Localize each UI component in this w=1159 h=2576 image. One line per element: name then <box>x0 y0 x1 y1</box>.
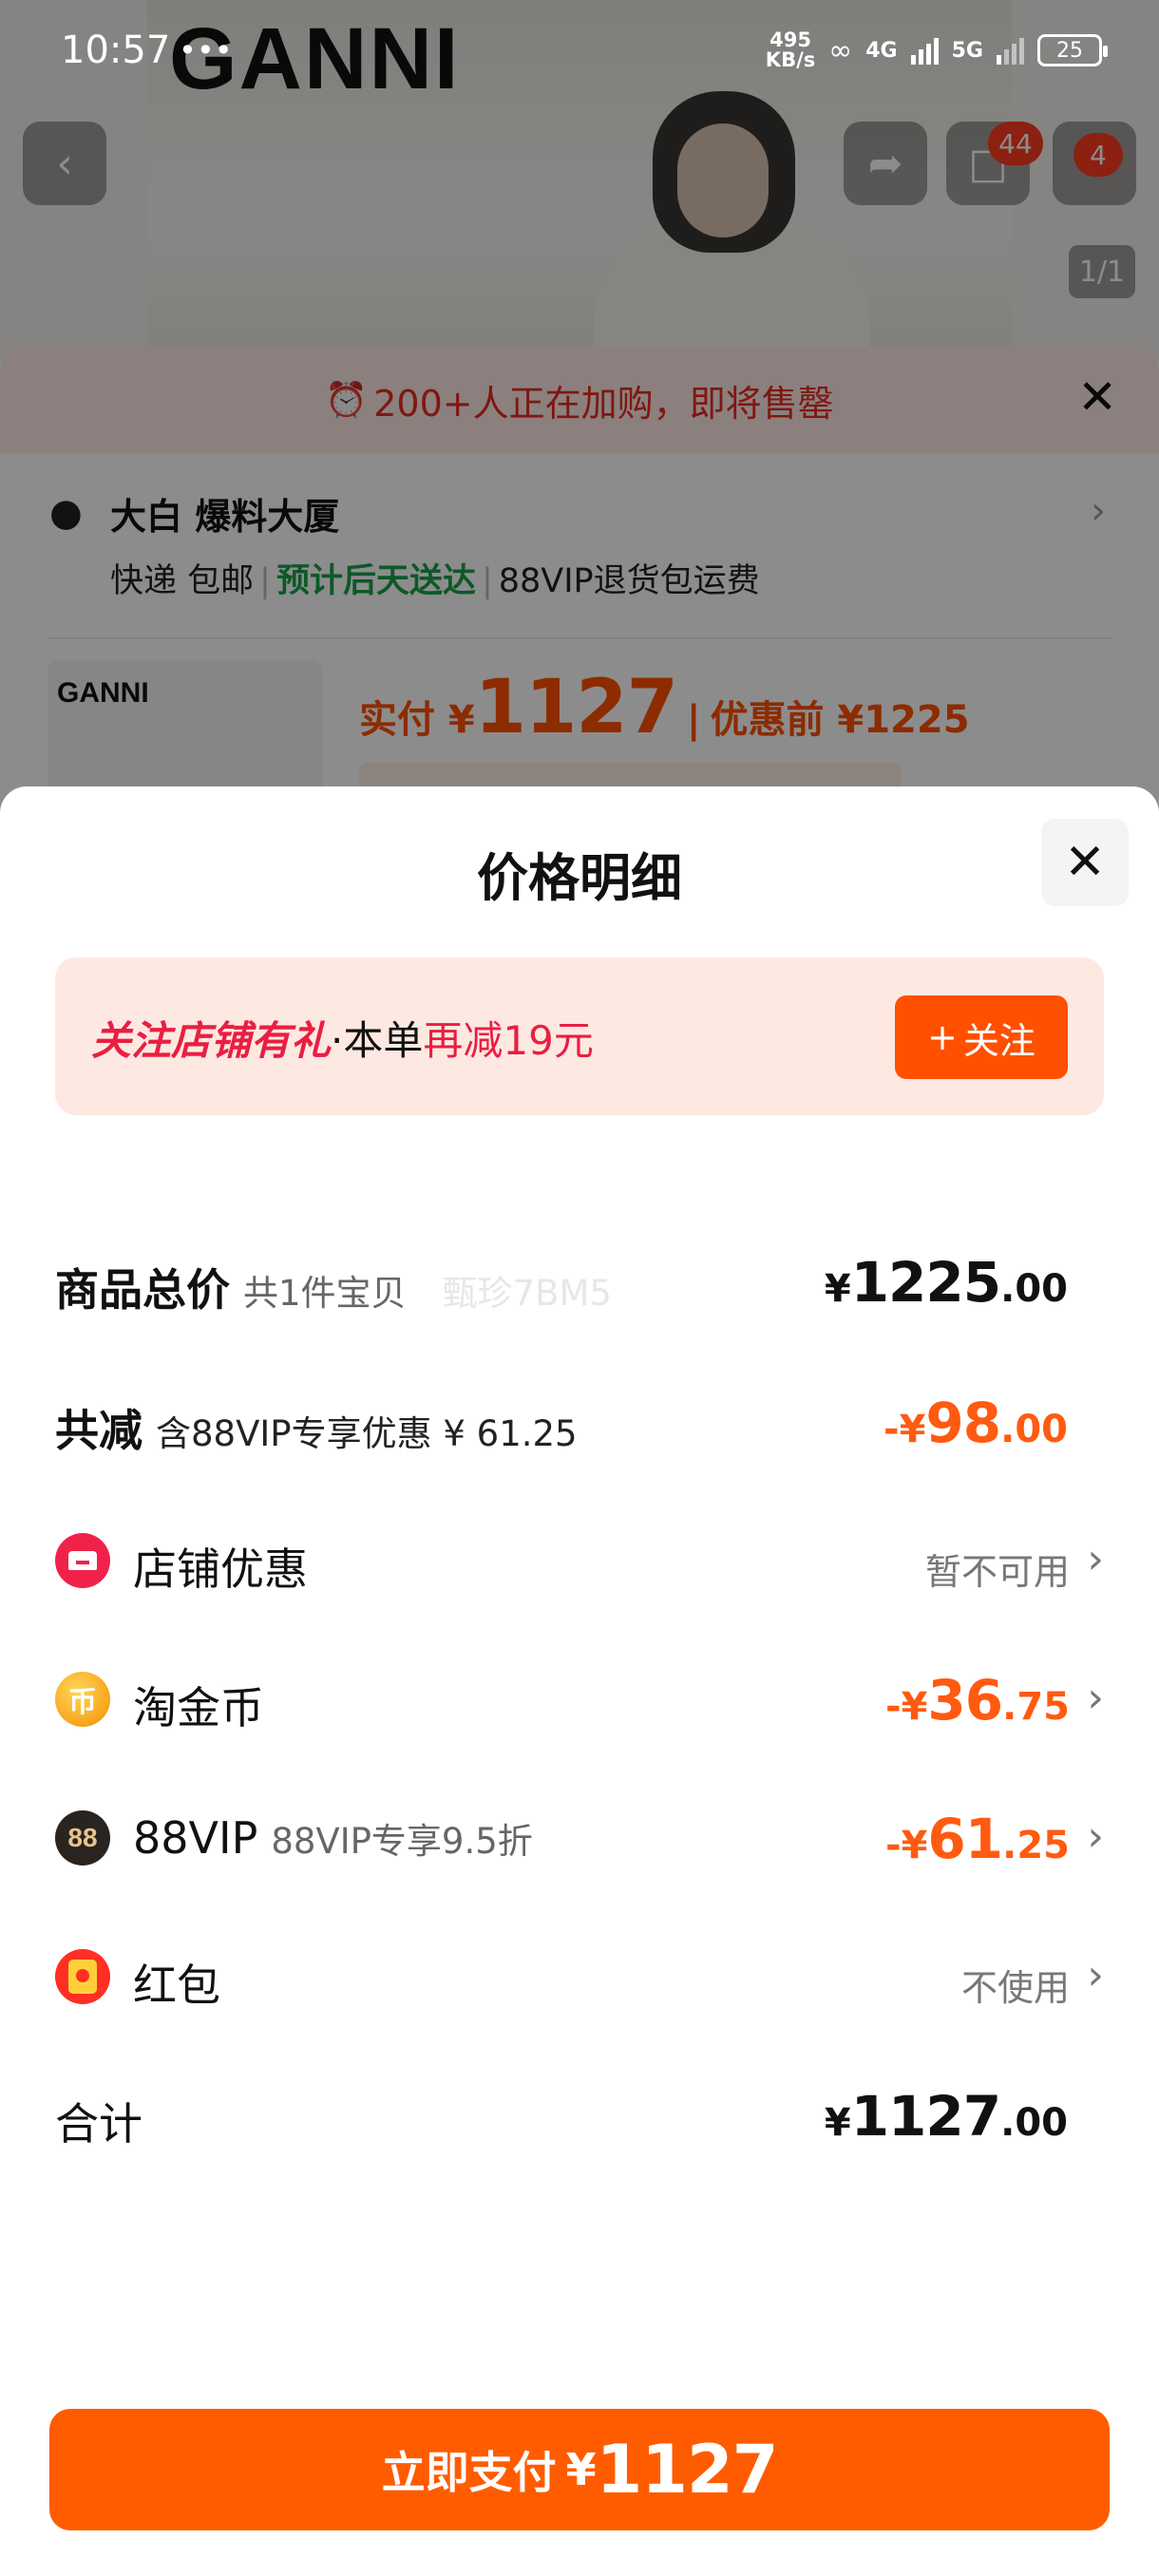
reduction-label-text: 共减 <box>55 1405 142 1456</box>
reduction-detail: 含88VIP专享优惠 ¥ 61.25 <box>156 1413 578 1454</box>
close-button[interactable]: ✕ <box>1041 819 1129 906</box>
status-right-cluster: 495 KB/s ∞ 4G 5G 25 <box>766 30 1108 70</box>
pay-now-amount: 1127 <box>596 2431 779 2509</box>
battery-level: 25 <box>1056 38 1083 63</box>
follow-button[interactable]: + 关注 <box>895 995 1068 1079</box>
amount-dec: .00 <box>1000 2101 1068 2145</box>
status-time: 10:57 <box>61 28 171 72</box>
amount-int: 98 <box>925 1391 1001 1455</box>
amount-int: 1127 <box>850 2084 1001 2149</box>
red-packet-value: 不使用 <box>960 1967 1070 2009</box>
network-speed: 495 KB/s <box>766 30 815 70</box>
row-store-discount[interactable]: 店铺优惠 暂不可用 › <box>55 1514 1104 1609</box>
total-price-amount: ¥1225.00 <box>825 1250 1068 1315</box>
currency: -¥ <box>884 1685 928 1729</box>
follow-banner-text: 关注店铺有礼·本单再减19元 <box>91 1009 594 1067</box>
total-price-label: 商品总价 共1件宝贝 甄珍7BM5 <box>55 1256 612 1318</box>
pay-now-currency: ¥ <box>565 2444 597 2495</box>
network-type-1: 4G <box>865 38 898 63</box>
vip-label-text: 88VIP <box>133 1812 258 1864</box>
chevron-right-icon: › <box>1087 1812 1104 1861</box>
gold-coin-icon: 币 <box>55 1672 110 1727</box>
sheet-title: 价格明细 <box>477 848 682 908</box>
follow-discount: 再减19元 <box>423 1017 594 1064</box>
sum-label: 合计 <box>55 2098 142 2150</box>
plus-icon: + <box>927 1016 958 1058</box>
store-discount-value: 暂不可用 <box>924 1551 1070 1593</box>
total-price-label-text: 商品总价 <box>55 1264 230 1316</box>
currency: ¥ <box>824 2101 851 2145</box>
network-speed-unit: KB/s <box>765 48 816 71</box>
pay-now-label: 立即支付 <box>381 2447 557 2498</box>
amount-int: 1225 <box>850 1250 1001 1315</box>
amount-int: 61 <box>927 1807 1003 1871</box>
amount-int: 36 <box>927 1668 1003 1733</box>
taojinbi-label: 淘金币 <box>133 1682 264 1733</box>
chevron-right-icon: › <box>1087 1674 1104 1722</box>
currency: -¥ <box>884 1824 928 1867</box>
network-speed-value: 495 <box>770 28 811 51</box>
amount-dec: .00 <box>1000 1267 1068 1311</box>
vip-88-icon: 88 <box>55 1810 110 1866</box>
currency: ¥ <box>824 1267 851 1311</box>
red-packet-icon <box>55 1949 110 2004</box>
reduction-label: 共减 含88VIP专享优惠 ¥ 61.25 <box>55 1396 578 1459</box>
pay-now-button[interactable]: 立即支付 ¥ 1127 <box>49 2409 1110 2530</box>
follow-store-banner: 关注店铺有礼·本单再减19元 + 关注 <box>55 957 1104 1115</box>
item-count: 共1件宝贝 <box>243 1273 407 1314</box>
price-detail-sheet: 价格明细 ✕ 关注店铺有礼·本单再减19元 + 关注 商品总价 共1件宝贝 甄珍7B… <box>0 786 1159 2576</box>
follow-middle: ·本单 <box>331 1017 424 1064</box>
follow-highlight: 关注店铺有礼 <box>91 1017 332 1064</box>
sum-amount: ¥1127.00 <box>825 2084 1068 2149</box>
amount-dec: .25 <box>1002 1824 1070 1867</box>
network-type-2: 5G <box>951 38 983 63</box>
store-discount-label: 店铺优惠 <box>133 1544 308 1595</box>
store-icon <box>55 1533 110 1588</box>
close-icon: ✕ <box>1064 834 1106 891</box>
status-bar: 10:57 ••• 495 KB/s ∞ 4G 5G 25 <box>0 0 1159 104</box>
taojinbi-amount: -¥36.75 <box>885 1668 1070 1733</box>
amount-dec: .75 <box>1002 1685 1070 1729</box>
watermark-text: 甄珍7BM5 <box>442 1273 612 1314</box>
signal-icon <box>997 36 1024 65</box>
row-88vip[interactable]: 88 88VIP 88VIP专享9.5折 -¥61.25 › <box>55 1791 1104 1886</box>
vip-label: 88VIP 88VIP专享9.5折 <box>133 1812 533 1864</box>
battery-icon: 25 <box>1037 34 1108 66</box>
currency: -¥ <box>883 1408 926 1451</box>
follow-button-label: 关注 <box>962 1019 1036 1062</box>
row-total-price: 商品总价 共1件宝贝 甄珍7BM5 ¥1225.00 <box>55 1235 1104 1330</box>
reduction-amount: -¥98.00 <box>884 1391 1068 1455</box>
vip-detail: 88VIP专享9.5折 <box>271 1821 533 1862</box>
chevron-right-icon: › <box>1087 1951 1104 1999</box>
row-taojinbi[interactable]: 币 淘金币 -¥36.75 › <box>55 1653 1104 1748</box>
signal-icon <box>910 36 939 65</box>
row-red-packet[interactable]: 红包 不使用 › <box>55 1930 1104 2025</box>
hd-call-icon: ∞ <box>828 33 853 67</box>
vip-amount: -¥61.25 <box>885 1807 1070 1871</box>
amount-dec: .00 <box>1000 1408 1068 1451</box>
row-sum: 合计 ¥1127.00 <box>55 2069 1104 2164</box>
red-packet-label: 红包 <box>133 1960 220 2011</box>
row-total-reduction: 共减 含88VIP专享优惠 ¥ 61.25 -¥98.00 <box>55 1375 1104 1470</box>
notification-icons: ••• <box>179 32 233 68</box>
chevron-right-icon: › <box>1087 1535 1104 1583</box>
